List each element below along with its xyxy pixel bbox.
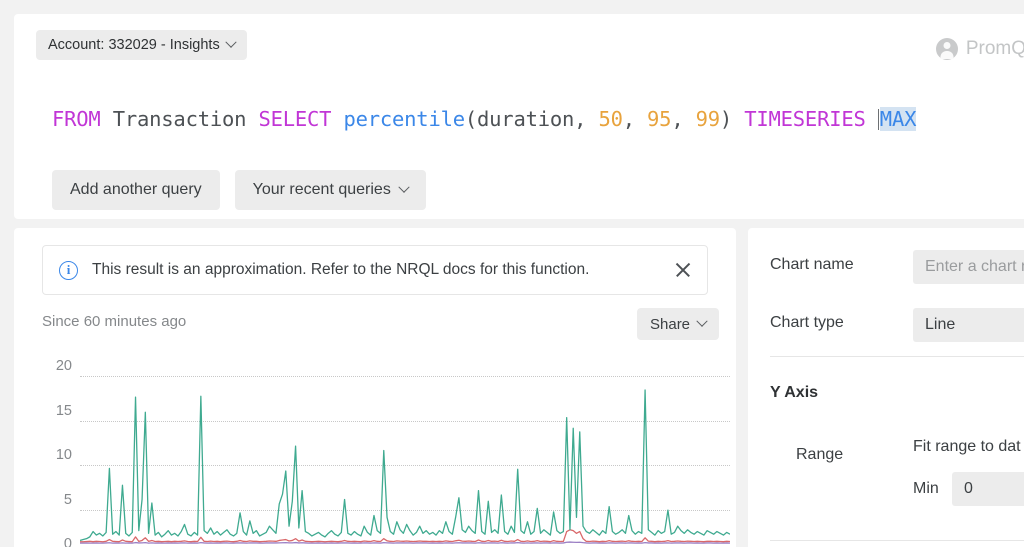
nrql-token: TIMESERIES (744, 107, 865, 131)
approximation-notice: i This result is an approximation. Refer… (42, 245, 708, 295)
account-selector-label: Account: 332029 - Insights (48, 37, 220, 53)
chart-name-input[interactable]: Enter a chart n (913, 250, 1024, 284)
chart-line-percentile-50 (80, 542, 730, 543)
add-another-query-button[interactable]: Add another query (52, 170, 220, 210)
approximation-notice-text: This result is an approximation. Refer t… (92, 261, 589, 279)
nrql-token: 50 (598, 107, 622, 131)
settings-divider-bottom (770, 540, 1024, 541)
range-value[interactable]: Fit range to dat (913, 438, 1021, 456)
recent-queries-label: Your recent queries (253, 181, 391, 199)
y-axis-tick-label: 0 (14, 536, 72, 547)
chart-line-percentile-99 (80, 390, 730, 540)
y-axis-tick-label: 20 (14, 358, 72, 374)
insights-query-page: Account: 332029 - Insights PromQ FROM Tr… (0, 0, 1024, 547)
time-range-label: Since 60 minutes ago (42, 313, 186, 330)
nrql-token: , (671, 107, 695, 131)
user-menu[interactable]: PromQ (936, 38, 1024, 60)
avatar (936, 38, 958, 60)
range-label: Range (796, 446, 843, 464)
min-input[interactable]: 0 (952, 472, 1024, 506)
text-caret (878, 109, 879, 130)
chart-type-value: Line (925, 316, 955, 334)
chart-name-label: Chart name (770, 256, 854, 274)
y-axis-tick-label: 15 (14, 403, 72, 419)
chevron-down-icon (398, 182, 409, 193)
chart-name-placeholder: Enter a chart n (925, 258, 1024, 276)
add-another-query-label: Add another query (70, 181, 202, 199)
info-icon: i (59, 261, 78, 280)
nrql-token (331, 107, 343, 131)
nrql-token: Transaction (101, 107, 259, 131)
nrql-token: (duration, (465, 107, 599, 131)
nrql-token: , (623, 107, 647, 131)
share-button-label: Share (650, 316, 690, 333)
nrql-token: FROM (52, 107, 101, 131)
y-axis-tick-label: 10 (14, 447, 72, 463)
chart-type-label: Chart type (770, 314, 844, 332)
chart-result-card: i This result is an approximation. Refer… (14, 228, 736, 547)
chart-series-group (80, 348, 730, 547)
query-actions: Add another query Your recent queries (52, 170, 426, 210)
chart-type-select[interactable]: Line (913, 308, 1024, 342)
chevron-down-icon (696, 316, 707, 327)
chevron-down-icon (225, 37, 236, 48)
close-icon[interactable] (673, 260, 693, 280)
share-button[interactable]: Share (637, 308, 719, 340)
min-value: 0 (964, 480, 973, 498)
account-selector[interactable]: Account: 332029 - Insights (36, 30, 247, 60)
nrql-token: 99 (696, 107, 720, 131)
nrql-token: ) (720, 107, 744, 131)
chart-settings-panel: Chart name Enter a chart n Chart type Li… (748, 228, 1024, 547)
y-axis-section-title: Y Axis (770, 384, 818, 402)
min-label: Min (913, 480, 939, 498)
nrql-token: MAX (880, 107, 916, 131)
nrql-query-input[interactable]: FROM Transaction SELECT percentile(durat… (52, 107, 916, 131)
nrql-token: SELECT (258, 107, 331, 131)
nrql-token: 95 (647, 107, 671, 131)
y-axis-tick-label: 5 (14, 492, 72, 508)
query-builder-card: Account: 332029 - Insights PromQ FROM Tr… (14, 14, 1024, 219)
nrql-token (866, 107, 878, 131)
user-name-label: PromQ (966, 38, 1024, 60)
timeseries-chart[interactable]: 0 5 10 15 20 (14, 348, 736, 547)
nrql-token: percentile (343, 107, 464, 131)
recent-queries-button[interactable]: Your recent queries (235, 170, 426, 210)
settings-divider (770, 356, 1024, 357)
